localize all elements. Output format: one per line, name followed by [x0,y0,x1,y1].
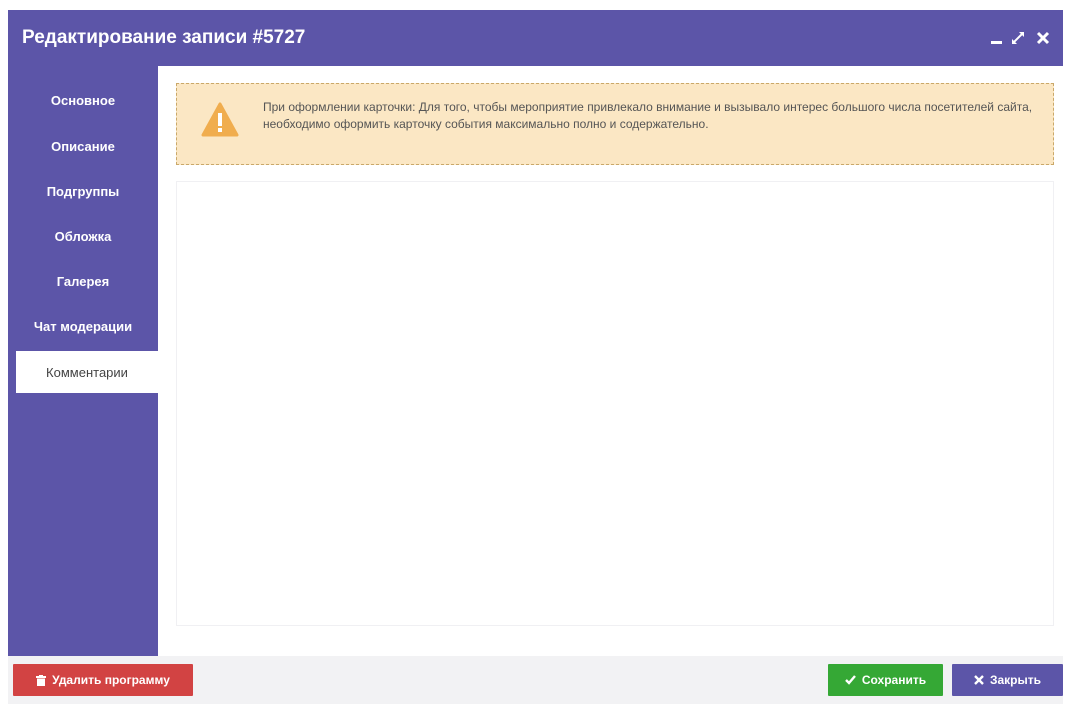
close-button-label: Закрыть [989,673,1042,687]
sidebar-item-main[interactable]: Основное [8,80,158,120]
delete-button-label: Удалить программу [52,673,170,687]
sidebar-item-description[interactable]: Описание [8,126,158,166]
close-icon [974,675,984,685]
sidebar-item-label: Чат модерации [33,318,133,334]
sidebar-item-label: Основное [50,92,116,108]
trash-icon [36,674,47,686]
alert-message: При оформлении карточки: Для того, чтобы… [263,100,1033,131]
warning-icon [201,102,239,138]
sidebar-item-comments[interactable]: Комментарии [16,351,158,393]
sidebar-item-label: Описание [51,138,115,154]
content-area: При оформлении карточки: Для того, чтобы… [158,66,1063,656]
sidebar-item-label: Подгруппы [46,183,120,199]
sidebar-item-label: Комментарии [46,364,128,380]
close-button[interactable]: Закрыть [952,664,1063,696]
sidebar-item-label: Обложка [54,228,112,244]
close-window-icon[interactable] [1034,28,1052,48]
checkmark-icon [845,675,856,685]
dialog-titlebar: Редактирование записи #5727 [8,10,1063,66]
sidebar-nav: Основное Описание Подгруппы Обложка Гале… [8,66,158,656]
dialog-title: Редактирование записи #5727 [22,27,306,48]
delete-program-button[interactable]: Удалить программу [13,664,193,696]
maximize-icon[interactable] [1008,28,1028,48]
dialog-footer: Удалить программу Сохранить Закрыть [8,656,1063,704]
warning-alert: При оформлении карточки: Для того, чтобы… [176,83,1054,165]
comments-panel [176,181,1054,626]
sidebar-item-gallery[interactable]: Галерея [8,261,158,301]
edit-record-dialog: Редактирование записи #5727 Основное Опи… [8,10,1063,704]
sidebar-item-subgroups[interactable]: Подгруппы [8,171,158,211]
save-button[interactable]: Сохранить [828,664,943,696]
save-button-label: Сохранить [861,673,927,687]
sidebar-item-moderation-chat[interactable]: Чат модерации [8,306,158,346]
sidebar-item-cover[interactable]: Обложка [8,216,158,256]
minimize-icon[interactable] [988,28,1004,48]
sidebar-item-label: Галерея [56,273,110,289]
